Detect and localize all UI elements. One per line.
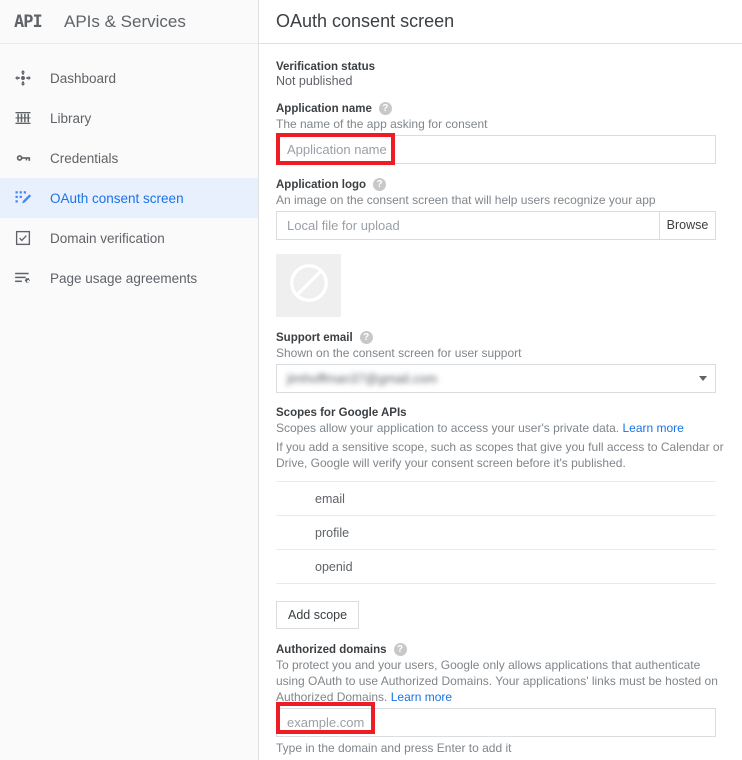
scopes-helper-1-text: Scopes allow your application to access … — [276, 421, 620, 435]
support-email-label: Support email ? — [276, 331, 725, 344]
support-email-label-text: Support email — [276, 331, 353, 344]
dashboard-icon — [14, 69, 50, 87]
application-logo-helper: An image on the consent screen that will… — [276, 193, 656, 207]
application-logo-label: Application logo ? — [276, 178, 725, 191]
scope-name: profile — [315, 525, 350, 540]
key-icon — [14, 149, 50, 167]
scope-name: email — [315, 491, 345, 506]
application-name-input[interactable]: Application name — [276, 135, 716, 164]
scopes-helper-1: Scopes allow your application to access … — [276, 420, 725, 436]
sidebar: API APIs & Services Dashboard Library Cr… — [0, 0, 259, 760]
sidebar-item-label: Credentials — [50, 150, 119, 166]
support-email-value: jimhoffman37@gmail.com — [287, 371, 438, 386]
sidebar-item-label: Page usage agreements — [50, 270, 198, 286]
sidebar-item-domain-verification[interactable]: Domain verification — [0, 218, 258, 258]
lines-gear-icon — [14, 269, 50, 287]
sidebar-item-page-usage-agreements[interactable]: Page usage agreements — [0, 258, 258, 298]
authorized-domains-hint: Type in the domain and press Enter to ad… — [276, 741, 512, 755]
authorized-domains-learn-more-link[interactable]: Learn more — [391, 690, 452, 704]
application-logo-file-row: Local file for upload Browse — [276, 211, 716, 240]
help-icon[interactable]: ? — [373, 178, 387, 191]
authorized-domains-label-text: Authorized domains — [276, 643, 387, 656]
sidebar-item-dashboard[interactable]: Dashboard — [0, 58, 258, 98]
page-root: API APIs & Services Dashboard Library Cr… — [0, 0, 742, 760]
main-header: OAuth consent screen — [259, 0, 742, 44]
help-icon[interactable]: ? — [359, 331, 373, 344]
page-title: OAuth consent screen — [276, 11, 455, 31]
browse-button[interactable]: Browse — [659, 211, 716, 240]
brand-title: APIs & Services — [64, 11, 186, 31]
consent-form: Verification status Not published Applic… — [259, 44, 742, 756]
help-icon[interactable]: ? — [393, 643, 407, 656]
sidebar-item-credentials[interactable]: Credentials — [0, 138, 258, 178]
scopes-label: Scopes for Google APIs — [276, 407, 725, 419]
application-logo-label-text: Application logo — [276, 178, 367, 191]
scopes-helper-2: If you add a sensitive scope, such as sc… — [276, 440, 724, 470]
table-row[interactable]: openid — [276, 550, 716, 584]
library-icon — [14, 109, 50, 127]
support-email-helper: Shown on the consent screen for user sup… — [276, 346, 522, 360]
sidebar-item-label: Dashboard — [50, 70, 117, 86]
sidebar-item-library[interactable]: Library — [0, 98, 258, 138]
api-logo: API — [14, 11, 43, 32]
authorized-domains-helper: To protect you and your users, Google on… — [276, 657, 725, 705]
sidebar-item-oauth-consent-screen[interactable]: OAuth consent screen — [0, 178, 258, 218]
application-logo-input[interactable]: Local file for upload — [276, 211, 659, 240]
verification-status-label-text: Verification status — [276, 61, 376, 73]
application-name-label-text: Application name — [276, 102, 372, 115]
verification-status-label: Verification status — [276, 61, 725, 73]
brand-header: API APIs & Services — [0, 0, 258, 44]
authorized-domains-helper-text: To protect you and your users, Google on… — [276, 658, 718, 704]
support-email-select[interactable]: jimhoffman37@gmail.com — [276, 364, 716, 393]
checkbox-icon — [14, 229, 50, 247]
table-row[interactable]: email — [276, 482, 716, 516]
application-name-label: Application name ? — [276, 102, 725, 115]
sidebar-item-label: Domain verification — [50, 230, 165, 246]
help-icon[interactable]: ? — [378, 102, 392, 115]
scopes-learn-more-link[interactable]: Learn more — [622, 421, 683, 435]
table-row[interactable]: profile — [276, 516, 716, 550]
sidebar-nav: Dashboard Library Credentials OAuth cons… — [0, 44, 258, 298]
oauth-consent-icon — [14, 189, 50, 207]
authorized-domains-input[interactable]: example.com — [276, 708, 716, 737]
add-scope-button[interactable]: Add scope — [276, 601, 360, 629]
scopes-label-text: Scopes for Google APIs — [276, 407, 407, 419]
application-name-helper: The name of the app asking for consent — [276, 117, 488, 131]
no-image-icon — [286, 260, 332, 311]
chevron-down-icon — [699, 376, 707, 381]
scopes-table: email profile openid — [276, 481, 716, 584]
sidebar-item-label: Library — [50, 110, 92, 126]
authorized-domains-label: Authorized domains ? — [276, 643, 725, 656]
verification-status-value: Not published — [276, 74, 353, 88]
application-logo-preview — [276, 254, 341, 317]
main-panel: OAuth consent screen Verification status… — [259, 0, 742, 760]
scope-name: openid — [315, 559, 353, 574]
sidebar-item-label: OAuth consent screen — [50, 190, 184, 206]
